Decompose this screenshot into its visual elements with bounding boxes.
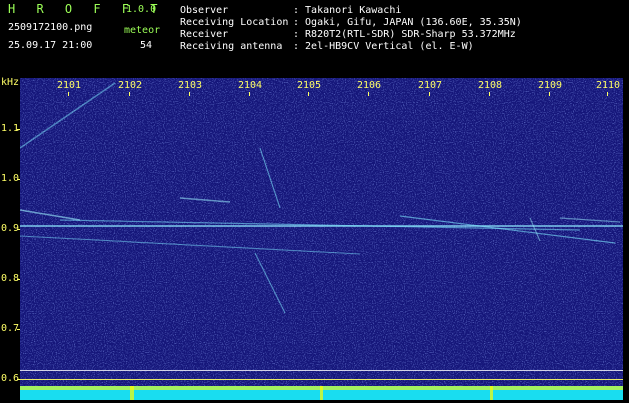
x-tick-mark xyxy=(68,92,69,96)
spectrogram-svg xyxy=(20,78,623,400)
y-tick-mark xyxy=(17,229,20,230)
x-tick-mark xyxy=(129,92,130,96)
right-margin xyxy=(623,78,629,400)
y-tick-mark xyxy=(17,329,20,330)
power-band-svg xyxy=(20,386,623,400)
x-tick-mark xyxy=(249,92,250,96)
y-tick-mark xyxy=(17,279,20,280)
x-tick-label: 2101 xyxy=(57,80,82,91)
x-tick-mark xyxy=(489,92,490,96)
receiver-label: Receiver xyxy=(180,29,229,40)
receiver-value: : R820T2(RTL-SDR) SDR-Sharp 53.372MHz xyxy=(293,29,516,40)
header-panel: H R O F F T 1.0.0 2509172100.png 25.09.1… xyxy=(0,0,629,78)
power-band xyxy=(20,386,623,400)
y-tick-mark xyxy=(17,129,20,130)
meteor-count: 54 xyxy=(140,40,153,51)
x-tick-mark xyxy=(368,92,369,96)
x-tick-mark xyxy=(429,92,430,96)
location-label: Receiving Location xyxy=(180,17,289,28)
x-tick-label: 2105 xyxy=(297,80,322,91)
x-tick-label: 2108 xyxy=(478,80,503,91)
y-axis-unit: kHz xyxy=(1,77,20,88)
x-tick-label: 2102 xyxy=(118,80,143,91)
x-tick-label: 2104 xyxy=(238,80,263,91)
timestamp: 25.09.17 21:00 xyxy=(8,40,93,51)
threshold-line xyxy=(20,379,623,380)
file-name: 2509172100.png xyxy=(8,22,93,33)
x-tick-label: 2106 xyxy=(357,80,382,91)
y-tick-mark xyxy=(17,179,20,180)
reference-line xyxy=(20,370,623,371)
x-tick-label: 2103 xyxy=(178,80,203,91)
observer-label: Observer xyxy=(180,5,229,16)
meteor-label: meteor xyxy=(124,25,161,36)
x-tick-mark xyxy=(189,92,190,96)
x-tick-label: 2109 xyxy=(538,80,563,91)
antenna-label: Receiving antenna xyxy=(180,41,283,52)
app-version: 1.0.0 xyxy=(126,4,157,15)
x-tick-label: 2110 xyxy=(596,80,621,91)
x-tick-mark xyxy=(549,92,550,96)
observer-value: : Takanori Kawachi xyxy=(293,5,402,16)
y-tick-mark xyxy=(17,379,20,380)
x-tick-mark xyxy=(308,92,309,96)
noise-layer xyxy=(20,78,623,400)
spectrogram-plot xyxy=(20,78,623,400)
location-value: : Ogaki, Gifu, JAPAN (136.60E, 35.35N) xyxy=(293,17,522,28)
antenna-value: : 2el-HB9CV Vertical (el. E-W) xyxy=(293,41,474,52)
x-tick-mark xyxy=(607,92,608,96)
x-tick-label: 2107 xyxy=(418,80,443,91)
